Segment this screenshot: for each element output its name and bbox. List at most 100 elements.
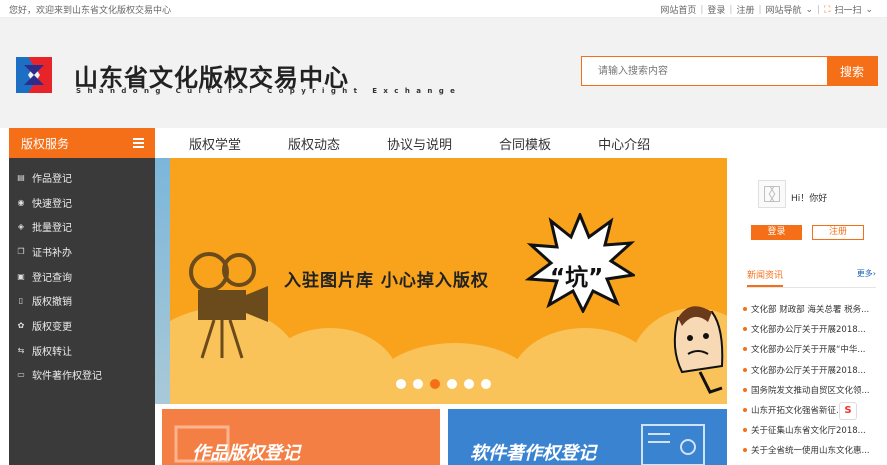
sidebar-item-certificate-reissue[interactable]: ❐ 证书补办 [9,239,155,264]
sidebar-item-label: 证书补办 [32,247,72,259]
revoke-icon: ▯ [18,296,24,306]
sidebar-header[interactable]: 版权服务 [9,128,155,158]
bullet-icon [743,448,747,453]
news-item[interactable]: 文化部办公厅关于开展2018... [743,360,878,380]
search-button[interactable]: 搜索 [827,57,877,85]
nav-contract-templates[interactable]: 合同模板 [481,134,551,153]
sidebar-item-work-registration[interactable]: ▤ 作品登记 [9,165,155,190]
nav-copyright-news[interactable]: 版权动态 [270,134,340,153]
news-item[interactable]: 国务院发文推动自贸区文化领... [743,380,878,400]
menu-icon[interactable] [133,138,144,148]
sidebar-item-label: 版权转让 [32,346,72,358]
carousel-dot[interactable] [447,379,457,389]
scan-link[interactable]: 扫一扫 [834,3,861,16]
logo-icon [16,57,52,93]
bullet-icon [743,327,747,332]
nav-agreements[interactable]: 协议与说明 [369,134,452,153]
chevron-down-icon: ⌄ [865,4,873,15]
news-item[interactable]: 文化部 财政部 海关总署 税务... [743,299,878,319]
bullet-icon [743,408,747,413]
bullet-icon [743,307,747,312]
news-title: 关于全省统一使用山东文化惠... [751,446,870,457]
bullet-icon [743,347,747,352]
carousel-dot-active[interactable] [430,379,440,389]
news-list: 文化部 财政部 海关总署 税务... 文化部办公厅关于开展2018... 文化部… [743,299,878,461]
certificate-icon: ❐ [17,246,25,256]
sidebar-title: 版权服务 [21,136,70,151]
login-link[interactable]: 登录 [707,3,725,16]
carousel-dot[interactable] [481,379,491,389]
carousel-dot[interactable] [464,379,474,389]
sidebar-item-label: 批量登记 [32,223,72,235]
nav-about-center[interactable]: 中心介绍 [580,134,650,153]
news-item[interactable]: 关于征集山东省文化厅2018... [743,420,878,440]
sidebar-item-label: 作品登记 [32,173,72,185]
news-title: 文化部办公厅关于开展2018... [751,365,866,376]
sidebar: 版权服务 ▤ 作品登记 ◉ 快速登记 ◈ 批量登记 ❐ 证书补办 ▣ 登记查询 ▯ 版权撤销… [9,128,155,465]
qr-scan-icon: ⛶ [824,4,831,15]
carousel-dot[interactable] [413,379,423,389]
sidebar-item-batch-registration[interactable]: ◈ 批量登记 [9,214,155,239]
register-link[interactable]: 注册 [736,3,754,16]
news-item[interactable]: 关于全省统一使用山东文化惠... [743,440,878,460]
divider: | [758,4,762,15]
bullet-icon [743,387,747,392]
query-icon: ▣ [17,271,25,281]
carousel-dots [396,379,491,389]
sidebar-item-quick-registration[interactable]: ◉ 快速登记 [9,190,155,215]
news-item[interactable]: 文化部办公厅关于开展2018... [743,319,878,339]
welcome-text: 您好，欢迎来到山东省文化版权交易中心 [9,6,172,16]
greeting: Hi！你好 [791,194,828,204]
sidebar-item-label: 版权变更 [32,321,72,333]
divider: | [700,4,704,15]
login-button[interactable]: 登录 [751,225,802,240]
sidebar-item-copyright-revoke[interactable]: ▯ 版权撤销 [9,288,155,313]
sidebar-item-label: 软件著作权登记 [32,371,102,383]
divider: | [817,4,821,15]
layers-icon: ◈ [17,222,25,232]
news-title: 文化部办公厅关于开展2018... [751,325,866,336]
site-nav-link[interactable]: 网站导航 [766,3,802,16]
sidebar-item-copyright-change[interactable]: ✿ 版权变更 [9,313,155,338]
carousel-dot[interactable] [396,379,406,389]
ime-icon[interactable]: S [839,402,857,420]
banner-headline: 入驻图片库 小心掉入版权 [284,271,489,291]
sidebar-item-copyright-transfer[interactable]: ⇆ 版权转让 [9,338,155,363]
home-link[interactable]: 网站首页 [660,3,696,16]
bullet-icon [743,428,747,433]
chevron-down-icon: ⌄ [805,4,814,15]
news-title: 国务院发文推动自贸区文化领... [751,385,870,396]
card-title: 软件著作权登记 [470,443,596,464]
banner-carousel[interactable]: 入驻图片库 小心掉入版权 “坑” [170,158,727,404]
search-box: 搜索 [581,56,878,86]
bullet-icon [743,367,747,372]
film-camera-icon [189,252,268,359]
news-item[interactable]: 文化部办公厅关于开展“中华... [743,339,878,359]
news-title: 文化部 财政部 海关总署 税务... [751,305,870,316]
search-input[interactable] [582,57,827,85]
top-bar: 您好，欢迎来到山东省文化版权交易中心 网站首页 | 登录 | 注册 | 网站导航… [0,0,887,18]
top-links: 网站首页 | 登录 | 注册 | 网站导航 ⌄ | ⛶ 扫一扫 ⌄ [660,3,873,17]
banner-keyword: “坑” [550,265,604,291]
sidebar-item-registration-query[interactable]: ▣ 登记查询 [9,264,155,289]
more-link[interactable]: 更多› [857,268,876,279]
tab-news[interactable]: 新闻资讯 [747,268,784,287]
sidebar-item-software-registration[interactable]: ▭ 软件著作权登记 [9,363,155,388]
card-work-registration[interactable]: 作品版权登记 [162,409,440,465]
news-title: 关于征集山东省文化厅2018... [751,426,866,437]
news-item[interactable]: 山东开拓文化强省新征... [743,400,878,420]
news-title: 文化部办公厅关于开展“中华... [751,345,866,356]
sidebar-item-label: 快速登记 [32,198,72,210]
user-news-panel: Hi！你好 登录 注册 新闻资讯 更多› 文化部 财政部 海关总署 税务... … [735,158,880,465]
main-nav: 版权学堂 版权动态 协议与说明 合同模板 中心介绍 [171,128,679,158]
nav-copyright-school[interactable]: 版权学堂 [171,134,241,153]
certificate-icon [641,424,705,465]
transfer-icon: ⇆ [17,345,25,355]
logo-placeholder-icon [764,186,780,202]
bolt-icon: ◉ [17,197,25,207]
divider: | [729,4,733,15]
register-button[interactable]: 注册 [812,225,864,240]
sidebar-item-label: 登记查询 [32,272,72,284]
card-software-registration[interactable]: 软件著作权登记 [448,409,727,465]
avatar [758,180,786,208]
